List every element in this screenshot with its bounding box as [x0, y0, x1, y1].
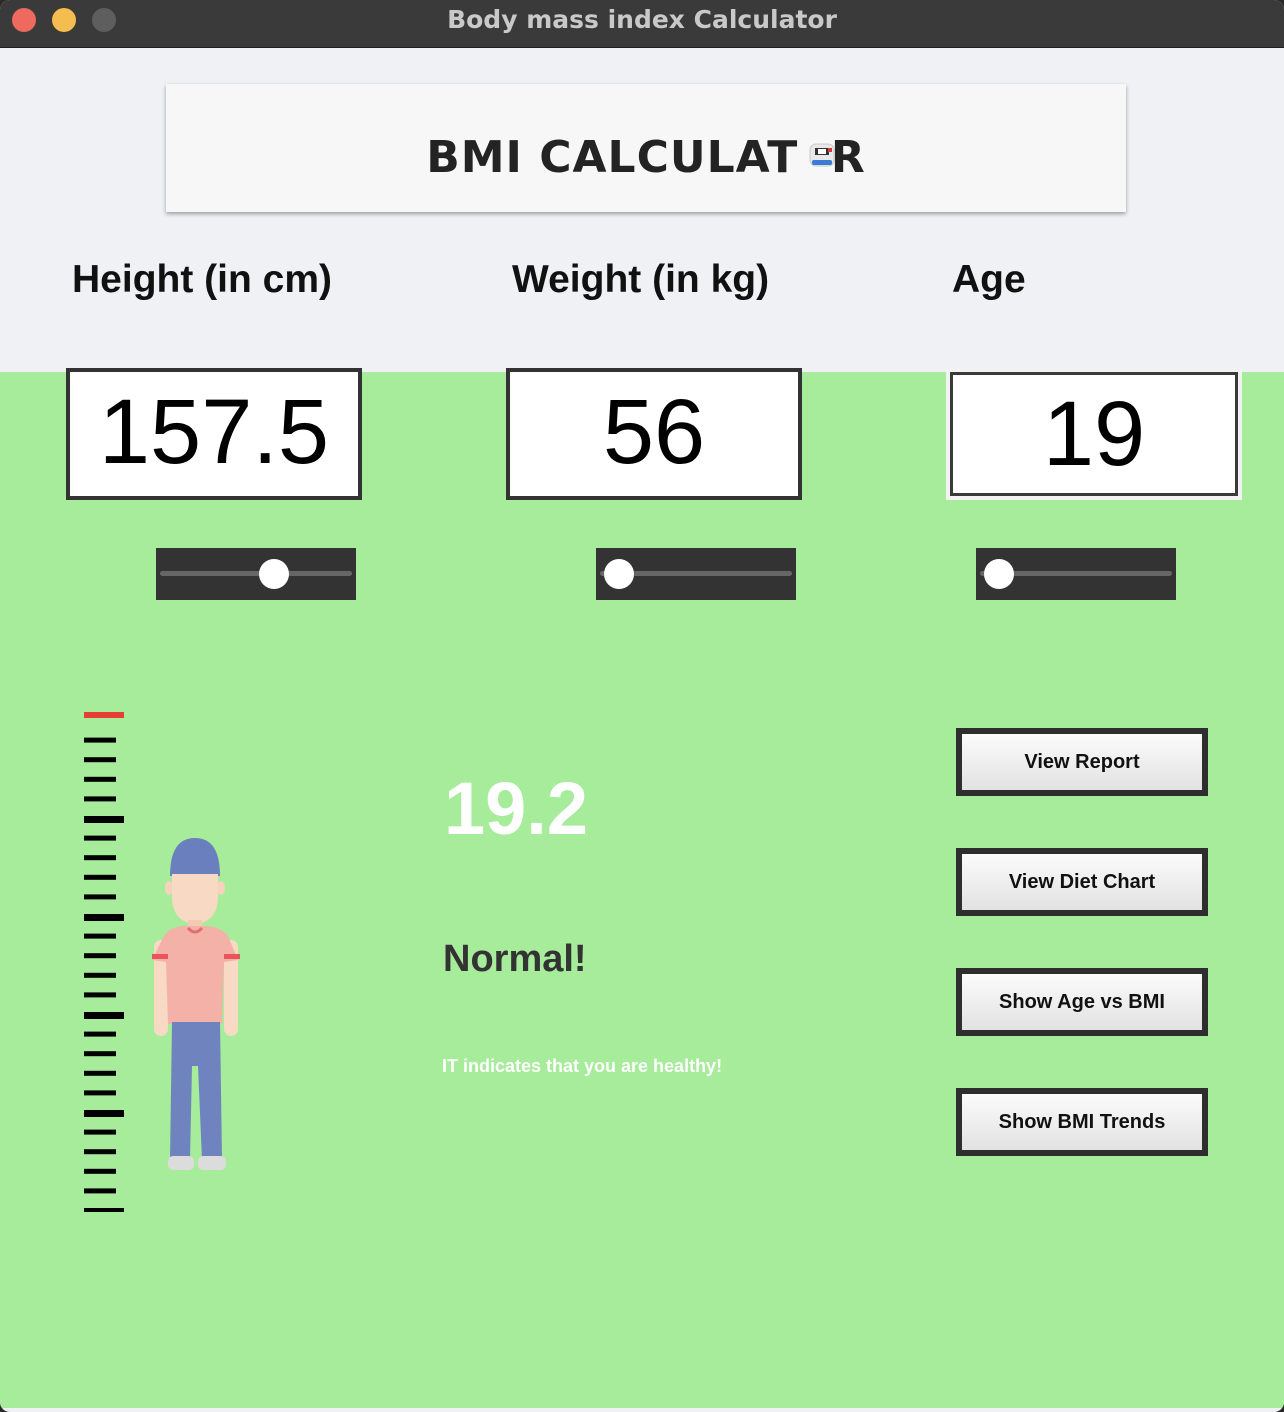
- ruler-tick: [84, 776, 116, 782]
- weight-input[interactable]: 56: [506, 368, 802, 500]
- show-age-vs-bmi-label: Show Age vs BMI: [962, 974, 1202, 1030]
- header-banner: BMI CALCULAT R: [166, 84, 1126, 212]
- ruler-tick: [84, 855, 116, 861]
- person-illustration: [152, 838, 240, 1170]
- height-slider[interactable]: [156, 548, 356, 600]
- bmi-status: Normal!: [443, 938, 587, 980]
- age-input[interactable]: 19: [946, 368, 1242, 500]
- weight-slider[interactable]: [596, 548, 796, 600]
- height-input[interactable]: 157.5: [66, 368, 362, 500]
- ruler-tick: [84, 874, 116, 880]
- scale-icon: [809, 143, 835, 167]
- ruler-tick: [84, 1031, 116, 1037]
- ruler-tick: [84, 1129, 116, 1135]
- ruler-tick: [84, 1168, 116, 1174]
- show-bmi-trends-button[interactable]: Show BMI Trends: [956, 1088, 1208, 1156]
- ruler-tick: [84, 757, 116, 763]
- ruler-tick: [84, 1070, 116, 1076]
- show-bmi-trends-label: Show BMI Trends: [962, 1094, 1202, 1150]
- ruler-tick: [84, 1188, 116, 1194]
- ruler-tick: [84, 953, 116, 959]
- app-heading: BMI CALCULAT R: [426, 132, 866, 183]
- ruler-tick: [84, 737, 116, 743]
- view-diet-chart-label: View Diet Chart: [962, 854, 1202, 910]
- show-age-vs-bmi-button[interactable]: Show Age vs BMI: [956, 968, 1208, 1036]
- app-window: Body mass index Calculator BMI CALCULAT …: [0, 0, 1284, 1412]
- view-report-button[interactable]: View Report: [956, 728, 1208, 796]
- age-slider-thumb[interactable]: [984, 559, 1014, 589]
- ruler-tick: [84, 1090, 116, 1096]
- ruler-tick: [84, 933, 116, 939]
- ruler-tick: [84, 816, 124, 823]
- view-diet-chart-button[interactable]: View Diet Chart: [956, 848, 1208, 916]
- ruler-tick: [84, 992, 116, 998]
- bmi-value: 19.2: [444, 767, 589, 850]
- ruler-tick: [84, 835, 116, 841]
- height-slider-thumb[interactable]: [259, 559, 290, 589]
- weight-label: Weight (in kg): [512, 258, 770, 301]
- ruler-tick: [84, 1110, 124, 1117]
- ruler-tick: [84, 972, 116, 978]
- height-ruler: [84, 712, 124, 1212]
- bmi-note: IT indicates that you are healthy!: [442, 1056, 723, 1076]
- weight-slider-thumb[interactable]: [604, 559, 634, 589]
- view-report-label: View Report: [962, 734, 1202, 790]
- ruler-tick: [84, 796, 116, 802]
- height-slider-track: [160, 571, 352, 576]
- height-label: Height (in cm): [72, 258, 332, 301]
- ruler-ticks: [84, 737, 124, 1212]
- ruler-tick: [84, 1051, 116, 1057]
- ruler-tick: [84, 1012, 124, 1019]
- ruler-tick: [84, 1149, 116, 1155]
- age-label: Age: [952, 258, 1026, 301]
- window-title: Body mass index Calculator: [447, 5, 837, 34]
- age-slider[interactable]: [976, 548, 1176, 600]
- ruler-tick: [84, 894, 116, 900]
- ruler-tick: [84, 1208, 124, 1212]
- ruler-tick: [84, 914, 124, 921]
- title-bar: Body mass index Calculator: [0, 0, 1284, 48]
